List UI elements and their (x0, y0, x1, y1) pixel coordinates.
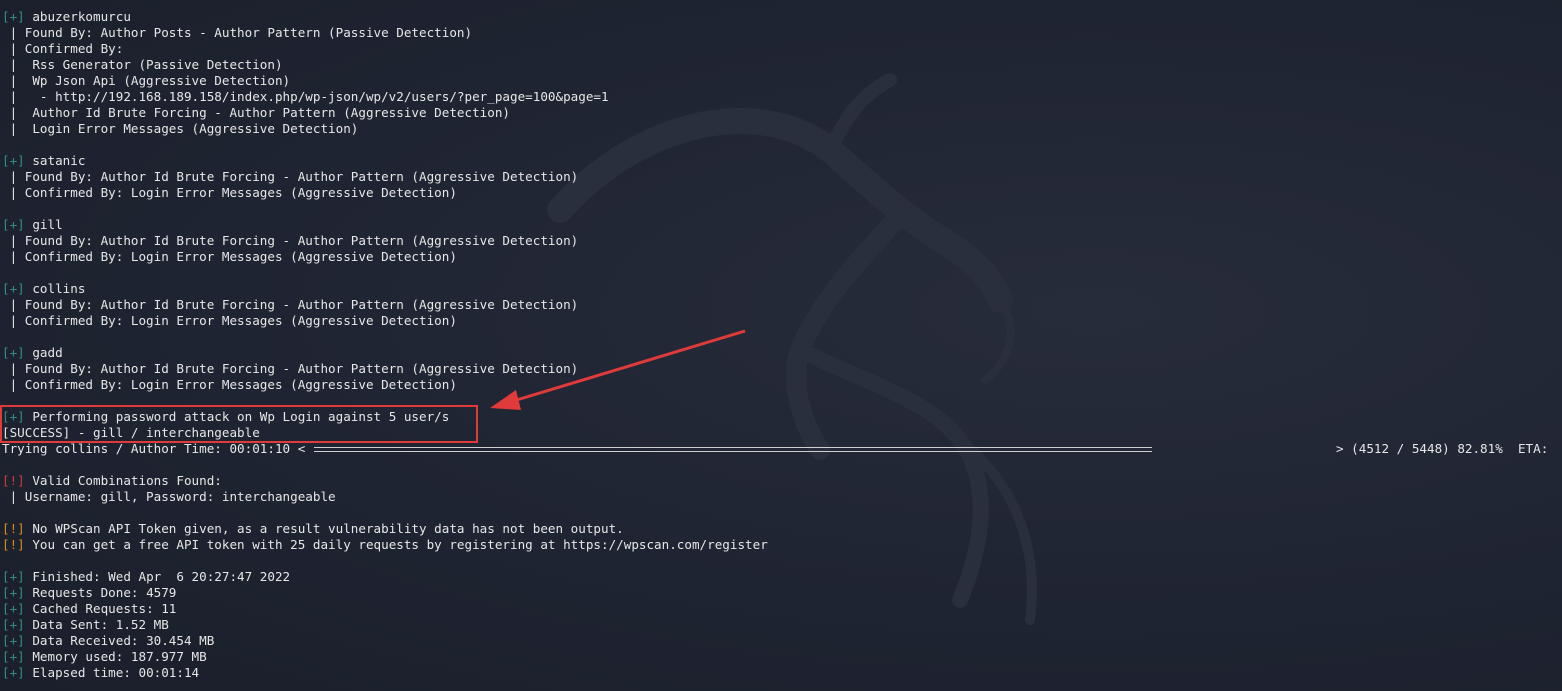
line-tag: [+] (2, 585, 25, 600)
terminal-line: [+] Memory used: 187.977 MB (2, 649, 768, 665)
terminal-line: | Confirmed By: Login Error Messages (Ag… (2, 313, 768, 329)
terminal-line: | Rss Generator (Passive Detection) (2, 57, 768, 73)
terminal-line: [+] Data Received: 30.454 MB (2, 633, 768, 649)
line-text: | Confirmed By: Login Error Messages (Ag… (2, 185, 457, 200)
line-text: Data Sent: 1.52 MB (24, 617, 169, 632)
terminal-line: [!] You can get a free API token with 25… (2, 537, 768, 553)
line-text: | Username: gill, Password: interchangea… (2, 489, 336, 504)
line-tag: [+] (2, 601, 25, 616)
line-text: | - http://192.168.189.158/index.php/wp-… (2, 89, 609, 104)
line-text: No WPScan API Token given, as a result v… (24, 521, 624, 536)
terminal-window[interactable]: [+] abuzerkomurcu | Found By: Author Pos… (0, 0, 1562, 691)
terminal-output: [+] abuzerkomurcu | Found By: Author Pos… (2, 9, 768, 681)
line-text: collins (24, 281, 86, 296)
line-text: Requests Done: 4579 (24, 585, 177, 600)
line-tag: [+] (2, 9, 25, 24)
line-tag: [+] (2, 281, 25, 296)
line-tag: [+] (2, 153, 25, 168)
terminal-line: [+] collins (2, 281, 768, 297)
terminal-line: [!] No WPScan API Token given, as a resu… (2, 521, 768, 537)
line-text: | Found By: Author Id Brute Forcing - Au… (2, 297, 579, 312)
line-tag: [+] (2, 569, 25, 584)
terminal-line: [+] Elapsed time: 00:01:14 (2, 665, 768, 681)
terminal-line: [+] satanic (2, 153, 768, 169)
line-text: gill (24, 217, 63, 232)
line-text: Data Received: 30.454 MB (24, 633, 215, 648)
line-text: | Found By: Author Id Brute Forcing - Au… (2, 169, 579, 184)
line-text: Elapsed time: 00:01:14 (24, 665, 200, 680)
terminal-line: | Username: gill, Password: interchangea… (2, 489, 768, 505)
terminal-line: [+] abuzerkomurcu (2, 9, 768, 25)
line-text: Valid Combinations Found: (24, 473, 222, 488)
line-tag: [+] (2, 633, 25, 648)
terminal-line: | Found By: Author Id Brute Forcing - Au… (2, 297, 768, 313)
line-tag: [+] (2, 217, 25, 232)
terminal-line: [+] gadd (2, 345, 768, 361)
terminal-line: [+] Requests Done: 4579 (2, 585, 768, 601)
terminal-line: | Found By: Author Id Brute Forcing - Au… (2, 361, 768, 377)
line-text: You can get a free API token with 25 dai… (24, 537, 768, 552)
line-text: | Found By: Author Id Brute Forcing - Au… (2, 361, 579, 376)
line-tag: [+] (2, 617, 25, 632)
terminal-line: | Author Id Brute Forcing - Author Patte… (2, 105, 768, 121)
progress-status: > (4512 / 5448) 82.81% ETA: (1336, 441, 1549, 456)
terminal-line: | Login Error Messages (Aggressive Detec… (2, 121, 768, 137)
line-text: | Found By: Author Posts - Author Patter… (2, 25, 473, 40)
line-text: | Confirmed By: (2, 41, 124, 56)
terminal-line: | Confirmed By: Login Error Messages (Ag… (2, 377, 768, 393)
terminal-line: | Confirmed By: Login Error Messages (Ag… (2, 185, 768, 201)
line-text: Cached Requests: 11 (24, 601, 177, 616)
terminal-line: | Found By: Author Posts - Author Patter… (2, 25, 768, 41)
line-text: Finished: Wed Apr 6 20:27:47 2022 (24, 569, 291, 584)
terminal-line: [+] Finished: Wed Apr 6 20:27:47 2022 (2, 569, 768, 585)
line-tag: [!] (2, 537, 25, 552)
terminal-line: | Found By: Author Id Brute Forcing - Au… (2, 169, 768, 185)
line-tag: [+] (2, 649, 25, 664)
terminal-line: [+] Data Sent: 1.52 MB (2, 617, 768, 633)
line-text: | Author Id Brute Forcing - Author Patte… (2, 105, 510, 120)
line-text: | Confirmed By: Login Error Messages (Ag… (2, 313, 457, 328)
terminal-line: | Found By: Author Id Brute Forcing - Au… (2, 233, 768, 249)
line-text: satanic (24, 153, 86, 168)
progress-bar (314, 447, 1152, 452)
terminal-line: [+] gill (2, 217, 768, 233)
terminal-line: | Confirmed By: (2, 41, 768, 57)
terminal-line: [!] Valid Combinations Found: (2, 473, 768, 489)
line-text: | Found By: Author Id Brute Forcing - Au… (2, 233, 579, 248)
line-tag: [!] (2, 521, 25, 536)
line-text: gadd (24, 345, 63, 360)
line-text: | Confirmed By: Login Error Messages (Ag… (2, 377, 457, 392)
highlight-box (0, 405, 478, 443)
line-text: | Wp Json Api (Aggressive Detection) (2, 73, 291, 88)
line-tag: [+] (2, 345, 25, 360)
line-tag: [+] (2, 665, 25, 680)
terminal-line: | Wp Json Api (Aggressive Detection) (2, 73, 768, 89)
line-text: | Confirmed By: Login Error Messages (Ag… (2, 249, 457, 264)
line-tag: [!] (2, 473, 25, 488)
line-text: | Rss Generator (Passive Detection) (2, 57, 283, 72)
terminal-line: | - http://192.168.189.158/index.php/wp-… (2, 89, 768, 105)
line-text: | Login Error Messages (Aggressive Detec… (2, 121, 359, 136)
terminal-line: [+] Cached Requests: 11 (2, 601, 768, 617)
line-text: Trying collins / Author Time: 00:01:10 < (2, 441, 306, 456)
line-text: Memory used: 187.977 MB (24, 649, 207, 664)
terminal-line: | Confirmed By: Login Error Messages (Ag… (2, 249, 768, 265)
line-text: abuzerkomurcu (24, 9, 131, 24)
